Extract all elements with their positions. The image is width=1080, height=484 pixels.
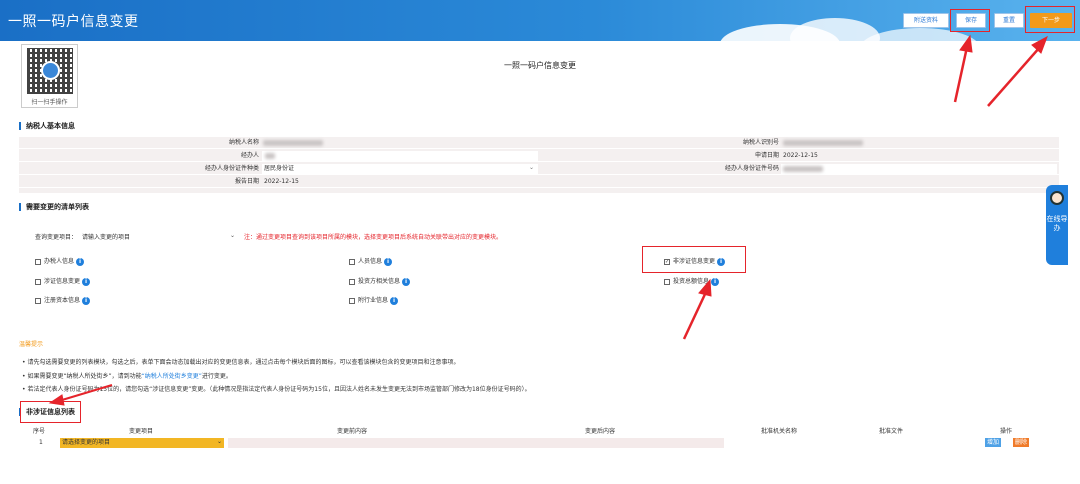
- arrow-to-next: [987, 46, 1041, 107]
- arrow-head: [48, 394, 65, 406]
- arrow-to-table: [61, 384, 113, 401]
- arrow-to-non-cert: [682, 291, 708, 340]
- arrow-head: [959, 34, 973, 53]
- arrow-head: [1031, 35, 1048, 54]
- arrow-to-save: [953, 46, 969, 103]
- arrow-head: [698, 278, 712, 297]
- annotation-arrows: [48, 34, 1048, 406]
